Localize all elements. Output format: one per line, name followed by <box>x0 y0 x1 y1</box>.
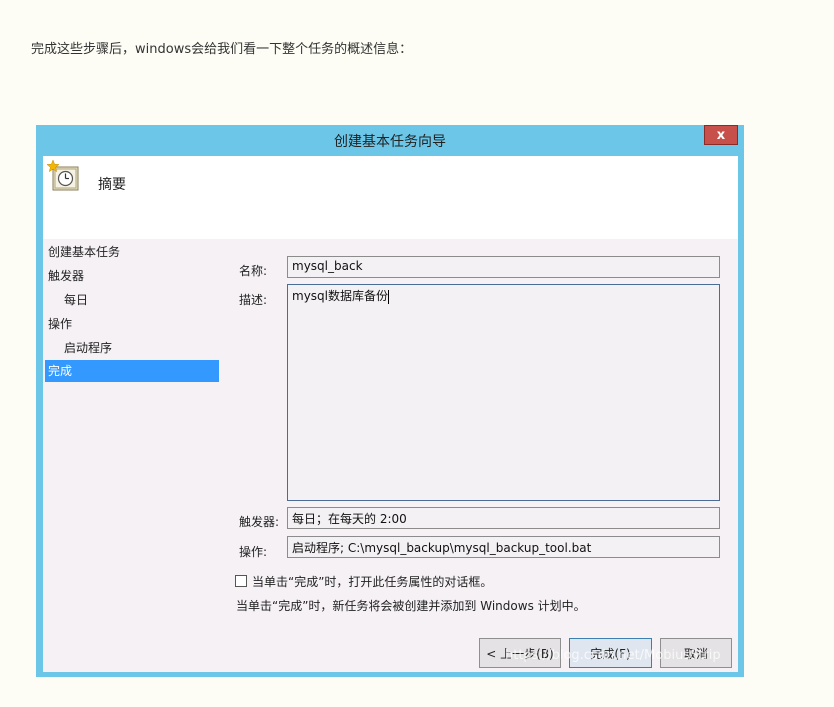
dialog-title: 创建基本任务向导 <box>334 134 446 150</box>
description-text: mysql数据库备份 <box>292 289 388 303</box>
task-wizard-dialog: 创建基本任务向导 x 摘要 创建基本任务 触发器 每日 操作 启动程序 完成 名… <box>36 125 744 677</box>
watermark: https://blog.csdn.net/MobiusStrip <box>505 648 721 663</box>
description-field[interactable]: mysql数据库备份 <box>287 284 720 501</box>
description-label: 描述: <box>239 293 268 307</box>
trigger-label: 触发器: <box>239 515 280 529</box>
nav-item-create-task[interactable]: 创建基本任务 <box>45 241 219 263</box>
task-clock-icon <box>47 160 79 191</box>
open-properties-checkbox[interactable] <box>235 575 247 587</box>
finish-info-text: 当单击“完成”时，新任务将会被创建并添加到 Windows 计划中。 <box>236 599 586 613</box>
nav-item-finish[interactable]: 完成 <box>45 360 219 382</box>
open-properties-label[interactable]: 当单击“完成”时，打开此任务属性的对话框。 <box>252 573 492 590</box>
name-label: 名称: <box>239 264 268 278</box>
intro-text: 完成这些步骤后，windows会给我们看一下整个任务的概述信息： <box>31 42 413 57</box>
nav-item-start-program[interactable]: 启动程序 <box>45 337 219 359</box>
action-field[interactable]: 启动程序; C:\mysql_backup\mysql_backup_tool.… <box>287 536 720 558</box>
wizard-header: 摘要 <box>43 156 738 239</box>
name-field[interactable]: mysql_back <box>287 256 720 278</box>
wizard-step-title: 摘要 <box>98 177 126 193</box>
title-bar[interactable]: 创建基本任务向导 x <box>36 125 744 155</box>
nav-item-action[interactable]: 操作 <box>45 313 219 335</box>
close-button[interactable]: x <box>704 125 738 145</box>
nav-item-daily[interactable]: 每日 <box>45 289 219 311</box>
text-caret <box>388 289 389 304</box>
close-icon: x <box>716 127 726 143</box>
action-label: 操作: <box>239 545 268 559</box>
nav-item-trigger[interactable]: 触发器 <box>45 265 219 287</box>
trigger-field[interactable]: 每日；在每天的 2:00 <box>287 507 720 529</box>
dialog-client: 摘要 创建基本任务 触发器 每日 操作 启动程序 完成 名称: mysql_ba… <box>43 156 738 672</box>
